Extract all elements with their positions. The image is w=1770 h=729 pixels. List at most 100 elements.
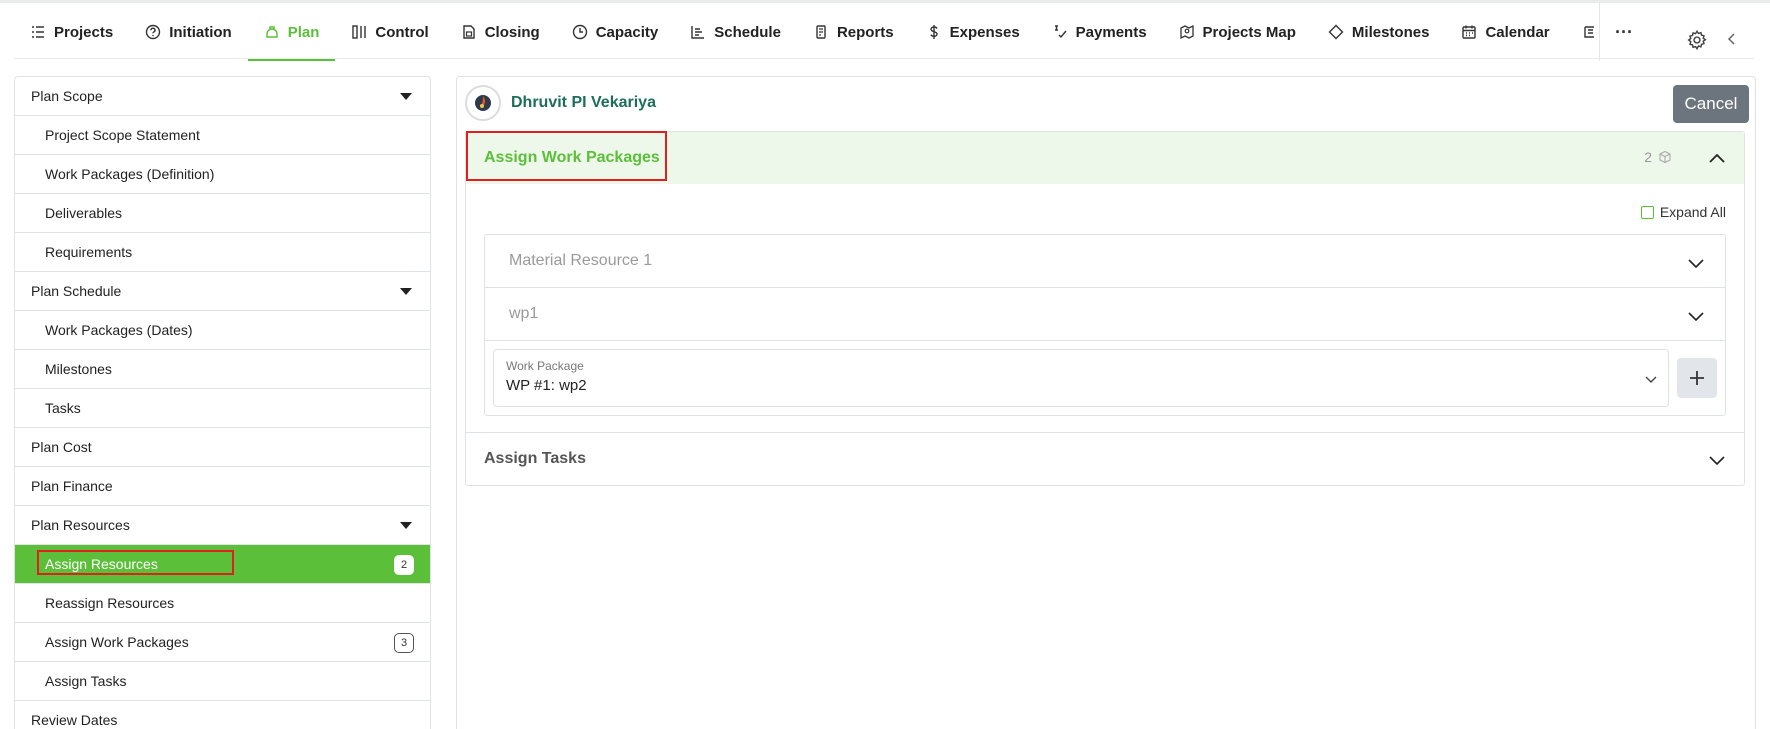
sidebar-item-plan-schedule[interactable]: Plan Schedule [15,272,430,311]
chevron-down-icon[interactable] [1708,451,1726,469]
sidebar-item-label: Work Packages (Definition) [45,166,215,182]
section-count: 2 [1644,149,1672,165]
resource-list: Material Resource 1 wp1 Work Package WP … [484,234,1726,416]
tab-label: Plan [287,23,320,41]
tab-milestones[interactable]: Milestones [1312,3,1446,61]
sidebar-item-label: Assign Tasks [45,673,127,689]
tab-closing[interactable]: Closing [445,3,556,61]
sidebar-item-reassign-resources[interactable]: Reassign Resources [15,584,430,623]
reports-icon [816,25,826,39]
script-icon [1583,26,1594,38]
expand-all-checkbox[interactable] [1640,205,1654,219]
sidebar-item-deliverables[interactable]: Deliverables [15,194,430,233]
calendar-icon [1462,25,1477,39]
add-work-package-button[interactable] [1677,358,1717,398]
sidebar-item-milestones[interactable]: Milestones [15,350,430,389]
tab-label: Payments [1075,23,1147,41]
work-package-value: WP #1: wp2 [506,377,587,394]
tab-label: Initiation [169,23,232,41]
sidebar-item-work-packages-definition[interactable]: Work Packages (Definition) [15,155,430,194]
plus-icon [1690,371,1704,385]
chevron-down-icon[interactable] [1644,372,1658,386]
control-icon [352,25,367,39]
work-package-label: Work Package [506,359,584,373]
user-name[interactable]: Dhruvit PI Vekariya [511,94,656,112]
schedule-icon [691,26,705,39]
chevron-down-icon[interactable] [1687,254,1705,272]
sidebar-item-assign-tasks[interactable]: Assign Tasks [15,662,430,701]
tab-label: Control [375,23,429,41]
sidebar-item-label: Deliverables [45,205,123,221]
sidebar-item-review-dates[interactable]: Review Dates [15,701,430,729]
tab-calendar[interactable]: Calendar [1445,3,1565,61]
assign-work-packages-section: Assign Work Packages 2 Expand All Materi… [465,131,1745,486]
payments-icon [1054,25,1067,39]
sidebar-item-label: Project Scope Statement [45,127,200,143]
tab-label: Projects [54,23,114,41]
tab-overflow-partial[interactable] [1566,3,1599,61]
resource-name: wp1 [509,305,539,322]
tab-projects[interactable]: Projects [14,3,129,61]
more-tabs-button[interactable]: ··· [1600,3,1648,61]
section-title: Assign Work Packages [484,149,660,166]
sidebar-item-label: Review Dates [31,712,118,728]
tab-expenses[interactable]: Expenses [910,3,1036,61]
work-package-row: Work Package WP #1: wp2 [485,341,1725,415]
sidebar-item-label: Assign Work Packages [45,634,189,650]
sidebar-item-plan-scope[interactable]: Plan Scope [15,77,430,116]
gear-icon[interactable] [1686,29,1708,51]
tab-label: Closing [484,23,540,41]
cancel-button[interactable]: Cancel [1673,85,1749,123]
sidebar-item-plan-resources[interactable]: Plan Resources [15,506,430,545]
sidebar-item-label: Work Packages (Dates) [45,322,193,338]
main-panel: Dhruvit PI Vekariya Cancel Assign Work P… [456,76,1756,729]
tab-label: Projects Map [1202,23,1296,41]
resource-row[interactable]: wp1 [485,288,1725,341]
caret-down-icon[interactable] [400,522,412,529]
expand-all-label: Expand All [1659,204,1726,220]
sidebar-item-label: Reassign Resources [45,595,175,611]
caret-down-icon[interactable] [400,93,412,100]
plan-icon [266,26,278,38]
tab-plan[interactable]: Plan [247,3,336,61]
tab-initiation[interactable]: Initiation [129,3,248,61]
section-header[interactable]: Assign Work Packages 2 [466,132,1744,184]
sidebar-item-project-scope-statement[interactable]: Project Scope Statement [15,116,430,155]
assign-tasks-section-header[interactable]: Assign Tasks [466,432,1744,485]
sidebar-item-assign-work-packages[interactable]: Assign Work Packages 3 [15,623,430,662]
sidebar-item-work-packages-dates[interactable]: Work Packages (Dates) [15,311,430,350]
sidebar-item-label: Requirements [45,244,133,260]
sidebar-item-tasks[interactable]: Tasks [15,389,430,428]
count-badge: 3 [394,633,414,653]
user-header: Dhruvit PI Vekariya [465,85,656,121]
chevron-down-icon[interactable] [1687,307,1705,325]
sidebar-item-label: Plan Scope [31,88,103,104]
tab-payments[interactable]: Payments [1036,3,1163,61]
clock-icon [572,24,587,40]
work-package-select[interactable]: Work Package WP #1: wp2 [493,349,1669,407]
tab-label: Capacity [595,23,659,41]
dollar-icon [929,25,938,39]
sidebar-item-plan-cost[interactable]: Plan Cost [15,428,430,467]
tab-label: Calendar [1485,23,1550,41]
resource-row[interactable]: Material Resource 1 [485,235,1725,288]
nav-divider [14,58,1754,59]
expand-all-toggle[interactable]: Expand All [484,202,1726,222]
sidebar-item-assign-resources[interactable]: Assign Resources 2 [15,545,430,584]
sidebar-item-label: Milestones [45,361,112,377]
collapse-chevron-left-icon[interactable] [1725,32,1739,46]
avatar [465,85,501,121]
sidebar-item-requirements[interactable]: Requirements [15,233,430,272]
top-navigation: Projects Initiation Plan Control Closing Capa… [0,0,1770,61]
chevron-up-icon[interactable] [1708,150,1726,168]
caret-down-icon[interactable] [400,288,412,295]
sidebar-item-label: Plan Resources [31,517,130,533]
tab-control[interactable]: Control [335,3,444,61]
tab-reports[interactable]: Reports [797,3,910,61]
tab-projects-map[interactable]: Projects Map [1163,3,1312,61]
sidebar-item-label: Assign Resources [45,556,158,572]
tab-capacity[interactable]: Capacity [556,3,675,61]
map-icon [1179,24,1194,40]
sidebar-item-plan-finance[interactable]: Plan Finance [15,467,430,506]
tab-schedule[interactable]: Schedule [674,3,797,61]
